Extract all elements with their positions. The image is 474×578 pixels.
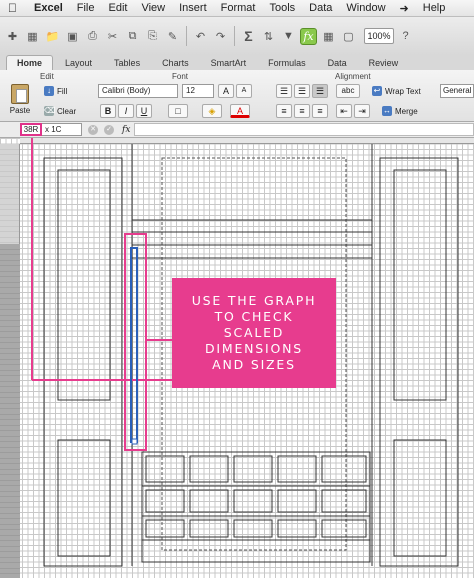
callout-line-5: AND SIZES <box>212 357 296 372</box>
cubby-cell <box>233 489 273 513</box>
cubby-cell <box>277 519 317 538</box>
right-upper-panel <box>393 169 447 401</box>
cubby-cell <box>321 489 367 513</box>
cubby-cell <box>145 519 185 538</box>
cubby-cell <box>189 455 229 483</box>
cubby-cell <box>189 519 229 538</box>
callout-line-2: TO CHECK <box>214 309 294 324</box>
cubby-cell <box>145 455 185 483</box>
left-upper-panel <box>57 169 111 401</box>
cubby-cell <box>277 455 317 483</box>
cubby-cell <box>189 489 229 513</box>
cubby-cell <box>277 489 317 513</box>
cubby-cell <box>233 519 273 538</box>
callout-line-1: USE THE GRAPH <box>191 293 317 308</box>
graph-callout: USE THE GRAPH TO CHECK SCALED DIMENSIONS… <box>172 278 336 388</box>
cubby-cell <box>321 455 367 483</box>
selected-range <box>130 247 138 443</box>
left-lower-panel <box>57 439 111 557</box>
callout-line-3: SCALED <box>223 325 285 340</box>
selection-highlight <box>124 233 147 451</box>
fill-handle <box>131 438 138 445</box>
right-lower-panel <box>393 439 447 557</box>
cubby-cell <box>321 519 367 538</box>
cubby-cell <box>145 489 185 513</box>
cubby-outline <box>141 451 371 563</box>
callout-line-4: DIMENSIONS <box>204 341 304 356</box>
cubby-cell <box>233 455 273 483</box>
